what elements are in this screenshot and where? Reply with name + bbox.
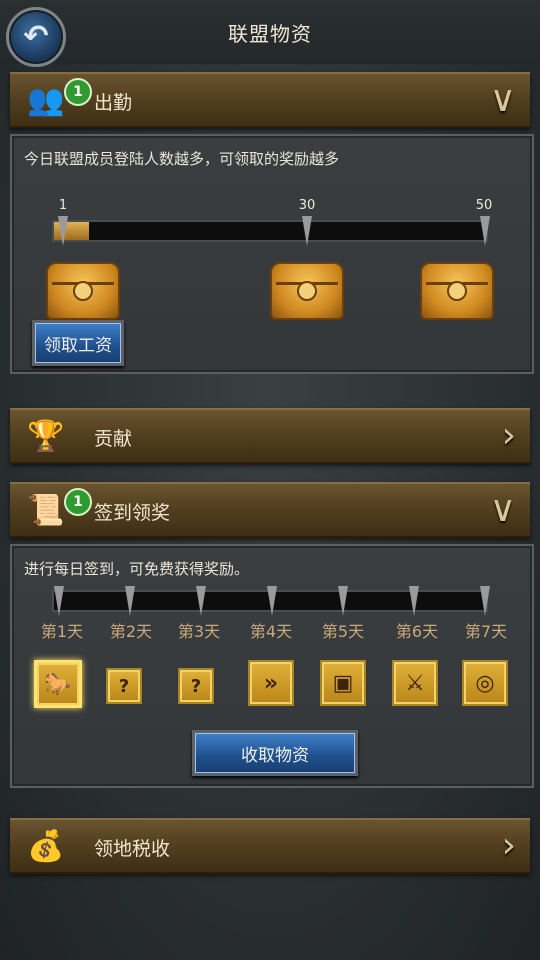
progress-tick-label: 50 — [475, 198, 493, 213]
reward-cavalry-icon[interactable]: ⚔ — [392, 660, 438, 706]
reward-horse-icon[interactable]: 🐎 — [34, 660, 82, 708]
section-label-tax: 领地税收 — [94, 838, 171, 860]
day-label: 第4天 — [249, 622, 293, 641]
day-label: 第7天 — [464, 622, 508, 641]
progress-tick-marker — [302, 216, 312, 246]
notification-badge: 1 — [64, 488, 92, 516]
attendance-progress-bar — [52, 216, 490, 246]
reward-chest-icon[interactable]: ▣ — [320, 660, 366, 706]
section-label-checkin: 签到领奖 — [94, 502, 171, 524]
reward-mystery-icon[interactable]: ? — [106, 668, 142, 704]
alliance-supplies-screen: ↶ 联盟物资 👥 1 出勤 ∨ 今日联盟成员登陆人数越多，可领取的奖励越多 1 … — [0, 0, 540, 960]
scroll-quill-icon: 📜 — [27, 492, 65, 528]
checkin-progress-bar — [52, 586, 490, 616]
treasure-chest-icon[interactable] — [46, 262, 120, 320]
money-bag-icon: 💰 — [27, 828, 65, 864]
collect-supplies-button[interactable]: 收取物资 — [192, 730, 358, 776]
day-tick-marker — [196, 586, 206, 616]
reward-speedup-icon[interactable]: » — [248, 660, 294, 706]
day-label: 第3天 — [177, 622, 221, 641]
notification-badge: 1 — [64, 78, 92, 106]
chevron-right-icon: › — [501, 825, 516, 866]
section-header-checkin[interactable]: 📜 1 签到领奖 ∨ — [10, 482, 530, 538]
page-title: 联盟物资 — [228, 22, 312, 46]
progress-tick-label: 1 — [58, 198, 68, 213]
attendance-panel: 今日联盟成员登陆人数越多，可领取的奖励越多 1 30 50 领取工资 — [10, 134, 534, 374]
day-label: 第6天 — [395, 622, 439, 641]
day-tick-marker — [409, 586, 419, 616]
section-header-tax[interactable]: 💰 领地税收 › — [10, 818, 530, 874]
day-tick-marker — [125, 586, 135, 616]
members-icon: 👥 — [27, 82, 65, 118]
day-tick-marker — [480, 586, 490, 616]
chevron-down-icon: ∨ — [489, 79, 516, 120]
section-label-attendance: 出勤 — [94, 92, 133, 114]
checkin-panel: 进行每日签到，可免费获得奖励。 第1天 第2天 第3天 第4天 第5天 第6天 … — [10, 544, 534, 788]
progress-tick-label: 30 — [298, 198, 316, 213]
day-tick-marker — [338, 586, 348, 616]
trophy-shield-icon: 🏆 — [27, 418, 65, 454]
section-header-contribution[interactable]: 🏆 贡献 › — [10, 408, 530, 464]
day-label: 第5天 — [321, 622, 365, 641]
section-label-contribution: 贡献 — [94, 428, 133, 450]
reward-mystery-icon[interactable]: ? — [178, 668, 214, 704]
day-label: 第1天 — [40, 622, 84, 641]
progress-tick-marker — [480, 216, 490, 246]
attendance-description: 今日联盟成员登陆人数越多，可领取的奖励越多 — [24, 150, 340, 168]
day-tick-marker — [267, 586, 277, 616]
checkin-description: 进行每日签到，可免费获得奖励。 — [24, 560, 250, 578]
reward-coins-icon[interactable]: ◎ — [462, 660, 508, 706]
day-label: 第2天 — [109, 622, 153, 641]
top-bar: ↶ 联盟物资 — [0, 0, 540, 67]
progress-tick-marker — [58, 216, 68, 246]
day-tick-marker — [54, 586, 64, 616]
collect-salary-button[interactable]: 领取工资 — [32, 320, 124, 366]
treasure-chest-icon[interactable] — [420, 262, 494, 320]
chevron-down-icon: ∨ — [489, 489, 516, 530]
section-header-attendance[interactable]: 👥 1 出勤 ∨ — [10, 72, 530, 128]
treasure-chest-icon[interactable] — [270, 262, 344, 320]
chevron-right-icon: › — [501, 415, 516, 456]
